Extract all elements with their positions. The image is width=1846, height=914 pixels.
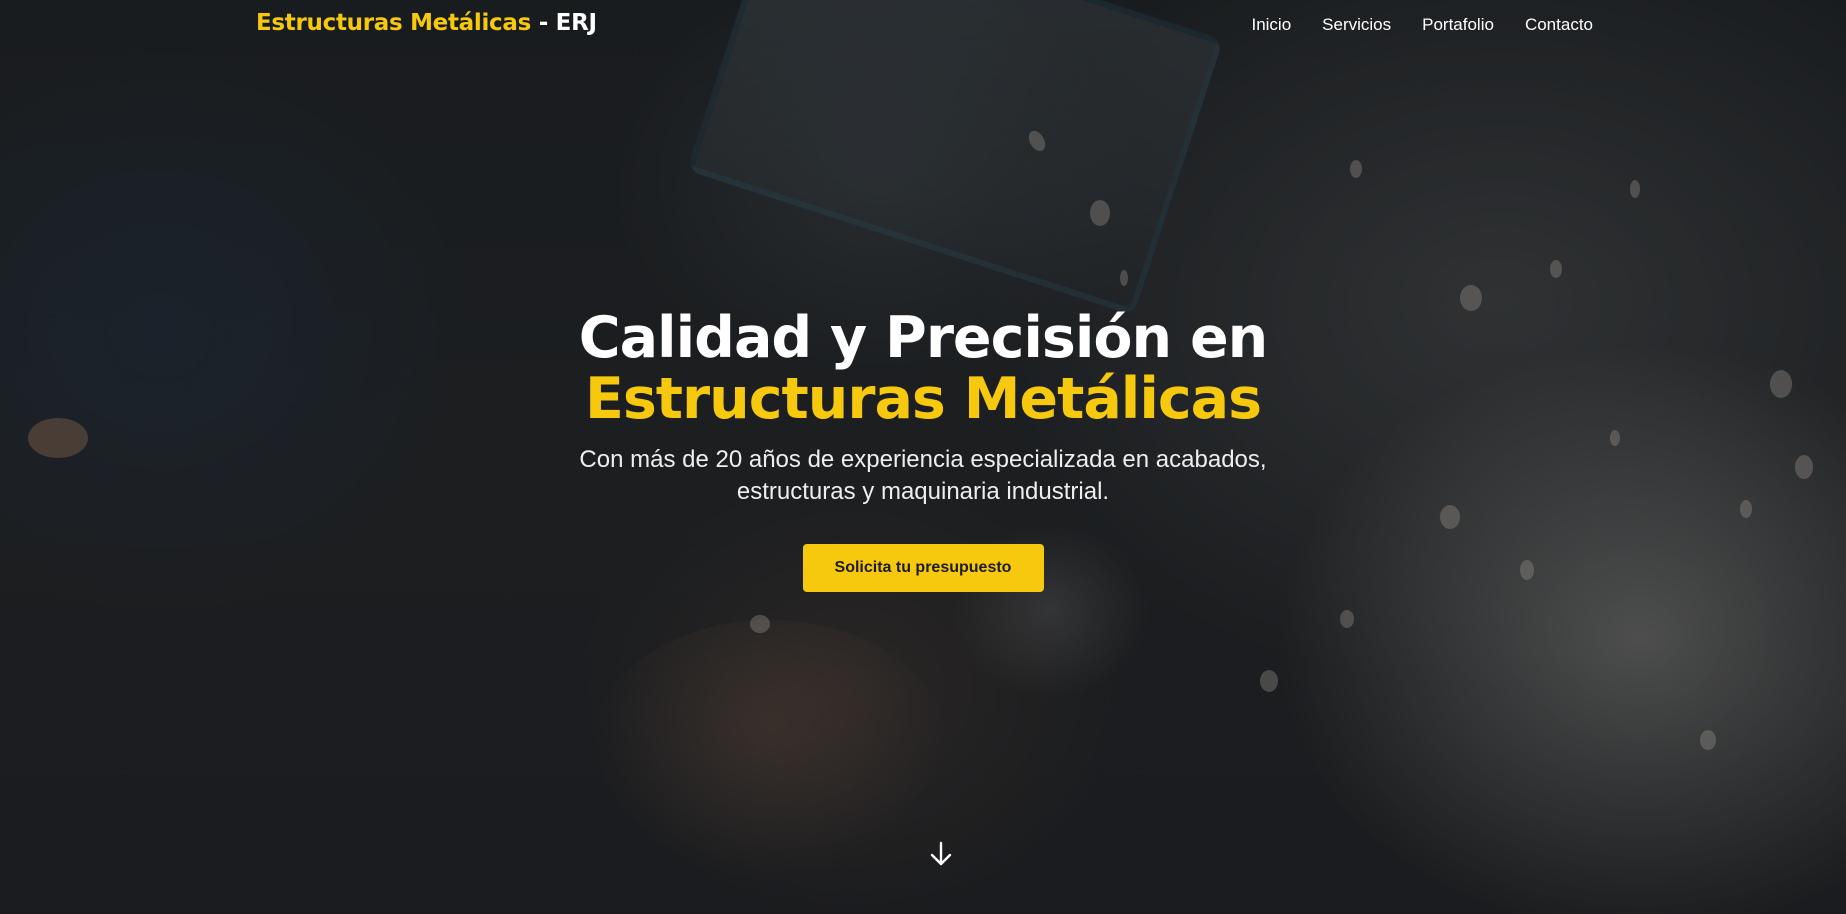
brand-suffix: - ERJ xyxy=(531,10,597,36)
nav-link-portafolio[interactable]: Portafolio xyxy=(1422,15,1494,35)
hero-title-accent: Estructuras Metálicas xyxy=(584,366,1262,432)
nav-menu: Inicio Servicios Portafolio Contacto xyxy=(1251,15,1593,35)
hero-subtitle: Con más de 20 años de experiencia especi… xyxy=(579,446,1267,505)
brand-logo[interactable]: Estructuras Metálicas - ERJ xyxy=(256,10,597,36)
hero-title-line1: Calidad y Precisión en xyxy=(578,305,1268,371)
hero-content: Calidad y Precisión en Estructuras Metál… xyxy=(0,308,1846,592)
nav-link-inicio[interactable]: Inicio xyxy=(1251,15,1291,35)
hero-title: Calidad y Precisión en Estructuras Metál… xyxy=(0,308,1846,430)
navbar: Estructuras Metálicas - ERJ Inicio Servi… xyxy=(0,0,1846,52)
hero-section: Estructuras Metálicas - ERJ Inicio Servi… xyxy=(0,0,1846,914)
arrow-down-icon[interactable] xyxy=(929,840,953,868)
nav-link-contacto[interactable]: Contacto xyxy=(1525,15,1593,35)
request-quote-button[interactable]: Solicita tu presupuesto xyxy=(802,544,1044,592)
brand-name: Estructuras Metálicas xyxy=(256,10,531,36)
nav-link-servicios[interactable]: Servicios xyxy=(1322,15,1391,35)
